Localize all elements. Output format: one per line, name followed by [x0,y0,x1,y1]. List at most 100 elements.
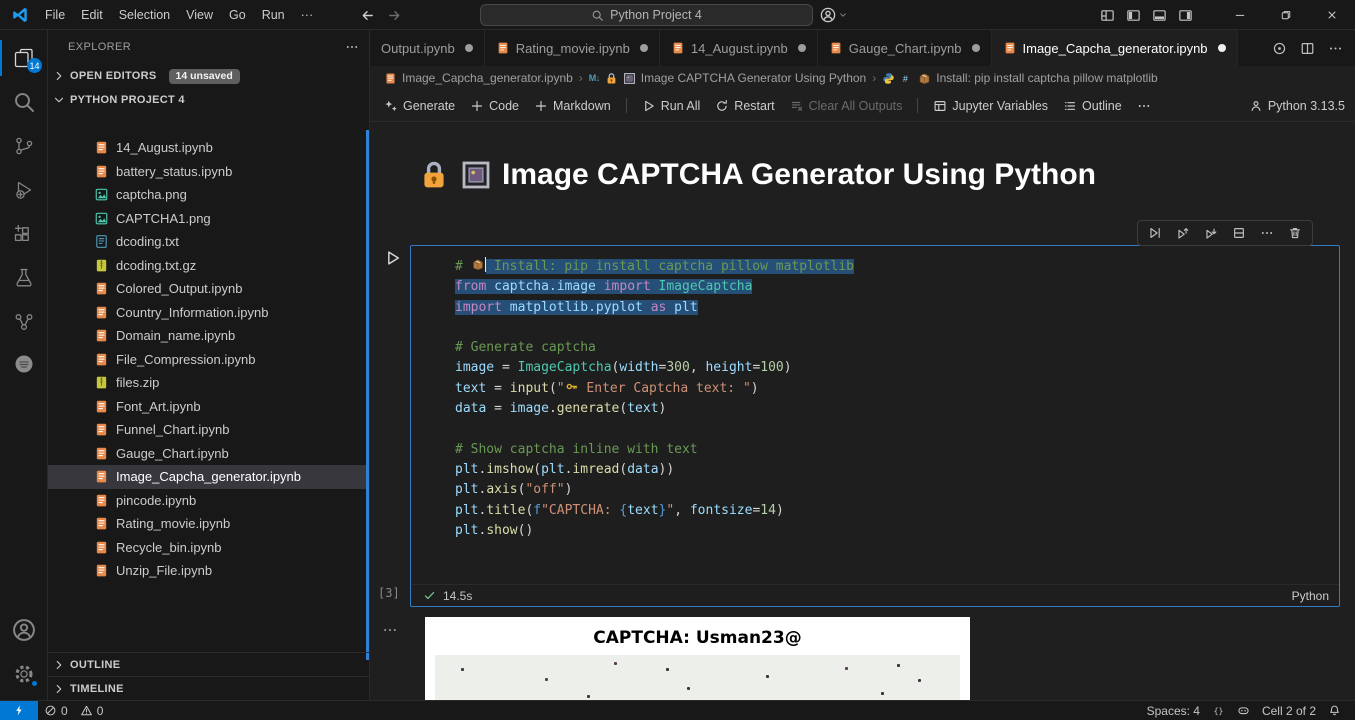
activity-account[interactable] [0,608,48,652]
more-actions-icon[interactable] [345,40,359,54]
file-Domain_name.ipynb[interactable]: Domain_name.ipynb [48,324,369,348]
file-CAPTCHA1.png[interactable]: CAPTCHA1.png [48,207,369,231]
output-more-actions-icon[interactable] [382,622,398,638]
file-pincode.ipynb[interactable]: pincode.ipynb [48,489,369,513]
sidebar-scrollbar[interactable] [366,130,369,660]
unsaved-dot-icon[interactable] [1217,44,1226,52]
activity-search[interactable] [0,80,48,124]
unsaved-dot-icon[interactable] [464,44,473,52]
breadcrumb-item[interactable]: Install: pip install captcha pillow matp… [936,71,1157,85]
tab-Rating_movie.ipynb[interactable]: Rating_movie.ipynb [484,30,660,66]
open-editors-section[interactable]: OPEN EDITORS 14 unsaved [48,64,369,88]
breadcrumb[interactable]: Image_Capcha_generator.ipynb › M↓ Image CAP… [370,66,1355,90]
timeline-section[interactable]: TIMELINE [48,676,369,700]
activity-extensions[interactable] [0,212,48,256]
tab-14_August.ipynb[interactable]: 14_August.ipynb [659,30,818,66]
command-center-search[interactable]: Python Project 4 [480,4,813,26]
status-cell-2-of-2[interactable]: Cell 2 of 2 [1256,704,1322,718]
toggle-primary-sidebar-icon[interactable] [1126,8,1141,23]
status-spaces-4[interactable]: Spaces: 4 [1141,704,1206,718]
account-menu[interactable] [820,0,848,30]
Generate-button[interactable]: Generate [384,99,455,113]
file-dcoding.txt[interactable]: dcoding.txt [48,230,369,254]
outline-section[interactable]: OUTLINE [48,652,369,676]
file-Font_Art.ipynb[interactable]: Font_Art.ipynb [48,395,369,419]
file-battery_status.ipynb[interactable]: battery_status.ipynb [48,160,369,184]
file-File_Compression.ipynb[interactable]: File_Compression.ipynb [48,348,369,372]
breadcrumb-item[interactable]: Image CAPTCHA Generator Using Python [641,71,866,85]
Markdown-button[interactable]: Markdown [534,99,611,113]
Clear All Outputs-button[interactable]: Clear All Outputs [790,99,902,113]
project-section[interactable]: PYTHON PROJECT 4 [48,88,369,112]
file-dcoding.txt.gz[interactable]: dcoding.txt.gz [48,254,369,278]
split-cell-icon[interactable] [1232,226,1246,240]
unsaved-dot-icon[interactable] [639,44,648,52]
Run All-button[interactable]: Run All [642,99,700,113]
run-by-line-icon[interactable] [1148,226,1162,240]
menu-go[interactable]: Go [221,5,254,25]
file-14_August.ipynb[interactable]: 14_August.ipynb [48,136,369,160]
menu-selection[interactable]: Selection [111,5,178,25]
file-captcha.png[interactable]: captcha.png [48,183,369,207]
activity-extension-logo[interactable] [0,342,48,386]
Jupyter Variables-button[interactable]: Jupyter Variables [933,99,1048,113]
activity-run-debug[interactable] [0,168,48,212]
more-icon[interactable] [1328,41,1343,56]
plus-icon [470,99,484,113]
code-editor[interactable]: # Install: pip install captcha pillow ma… [411,246,1339,584]
toggle-panel-icon[interactable] [1152,8,1167,23]
Restart-button[interactable]: Restart [715,99,775,113]
close-button[interactable] [1309,0,1355,30]
markdown-cell[interactable]: Image CAPTCHA Generator Using Python [418,158,1096,192]
file-Gauge_Chart.ipynb[interactable]: Gauge_Chart.ipynb [48,442,369,466]
file-Colored_Output.ipynb[interactable]: Colored_Output.ipynb [48,277,369,301]
minimize-button[interactable] [1217,0,1263,30]
forward-icon[interactable] [387,8,402,23]
unsaved-dot-icon[interactable] [797,44,806,52]
menu-run[interactable]: Run [254,5,293,25]
status-bell[interactable] [1322,704,1347,717]
activity-files[interactable]: 14 [0,36,48,80]
remote-indicator[interactable] [0,701,38,720]
file-Funnel_Chart.ipynb[interactable]: Funnel_Chart.ipynb [48,418,369,442]
tab-Image_Capcha_generator.ipynb[interactable]: Image_Capcha_generator.ipynb [991,30,1238,66]
file-Unzip_File.ipynb[interactable]: Unzip_File.ipynb [48,559,369,583]
Code-button[interactable]: Code [470,99,519,113]
trash-icon[interactable] [1288,226,1302,240]
problems-warning-triangle[interactable]: 0 [74,701,110,720]
cell-language[interactable]: Python [1292,589,1329,603]
file-files.zip[interactable]: files.zip [48,371,369,395]
problems-error-circle[interactable]: 0 [38,701,74,720]
menu-edit[interactable]: Edit [73,5,111,25]
file-Rating_movie.ipynb[interactable]: Rating_movie.ipynb [48,512,369,536]
run-cell-icon[interactable] [384,249,402,267]
breadcrumb-item[interactable]: Image_Capcha_generator.ipynb [402,71,573,85]
status-braces[interactable]: {} [1206,704,1231,717]
activity-settings-gear[interactable] [0,652,48,696]
file-Country_Information.ipynb[interactable]: Country_Information.ipynb [48,301,369,325]
customize-layout-icon[interactable] [1100,8,1115,23]
configure-icon[interactable] [1272,41,1287,56]
menu-view[interactable]: View [178,5,221,25]
activity-testing[interactable] [0,256,48,300]
activity-source-control[interactable] [0,124,48,168]
execute-above-icon[interactable] [1176,226,1190,240]
file-Image_Capcha_generator.ipynb[interactable]: Image_Capcha_generator.ipynb [48,465,369,489]
menu-[interactable]: ··· [293,5,322,25]
menu-file[interactable]: File [37,5,73,25]
tab-Gauge_Chart.ipynb[interactable]: Gauge_Chart.ipynb [817,30,992,66]
back-icon[interactable] [360,8,375,23]
unsaved-dot-icon[interactable] [971,44,980,52]
split-editor-icon[interactable] [1300,41,1315,56]
ellipsis-icon[interactable] [1260,226,1274,240]
file-Recycle_bin.ipynb[interactable]: Recycle_bin.ipynb [48,536,369,560]
kernel-picker[interactable]: Python 3.13.5 [1249,99,1345,113]
toggle-secondary-sidebar-icon[interactable] [1178,8,1193,23]
status-copilot[interactable] [1231,704,1256,717]
Outline-button[interactable]: Outline [1063,99,1122,113]
more-button[interactable] [1137,99,1151,113]
activity-remote-explorer[interactable] [0,300,48,344]
tab-Output.ipynb[interactable]: Output.ipynb [370,30,485,66]
execute-below-icon[interactable] [1204,226,1218,240]
restore-button[interactable] [1263,0,1309,30]
